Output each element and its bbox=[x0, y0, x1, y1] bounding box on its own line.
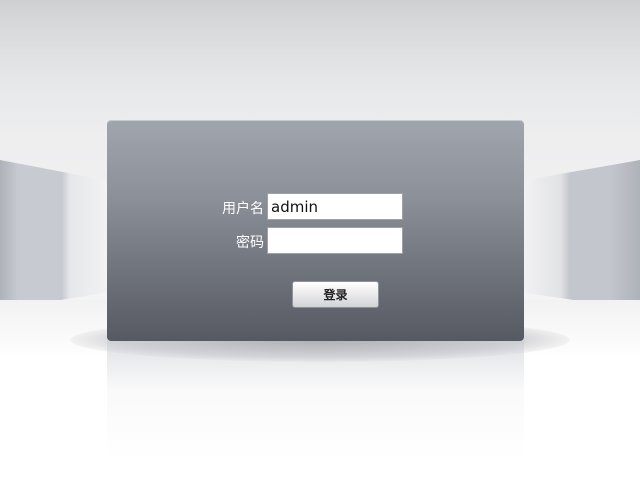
room-wall-right bbox=[520, 160, 640, 310]
login-button[interactable]: 登录 bbox=[292, 281, 379, 308]
panel-reflection bbox=[107, 341, 524, 461]
password-label: 密码 bbox=[236, 235, 264, 251]
password-input[interactable] bbox=[267, 227, 403, 254]
username-input[interactable] bbox=[267, 193, 403, 220]
room-wall-left bbox=[0, 160, 110, 310]
username-label: 用户名 bbox=[222, 201, 264, 217]
